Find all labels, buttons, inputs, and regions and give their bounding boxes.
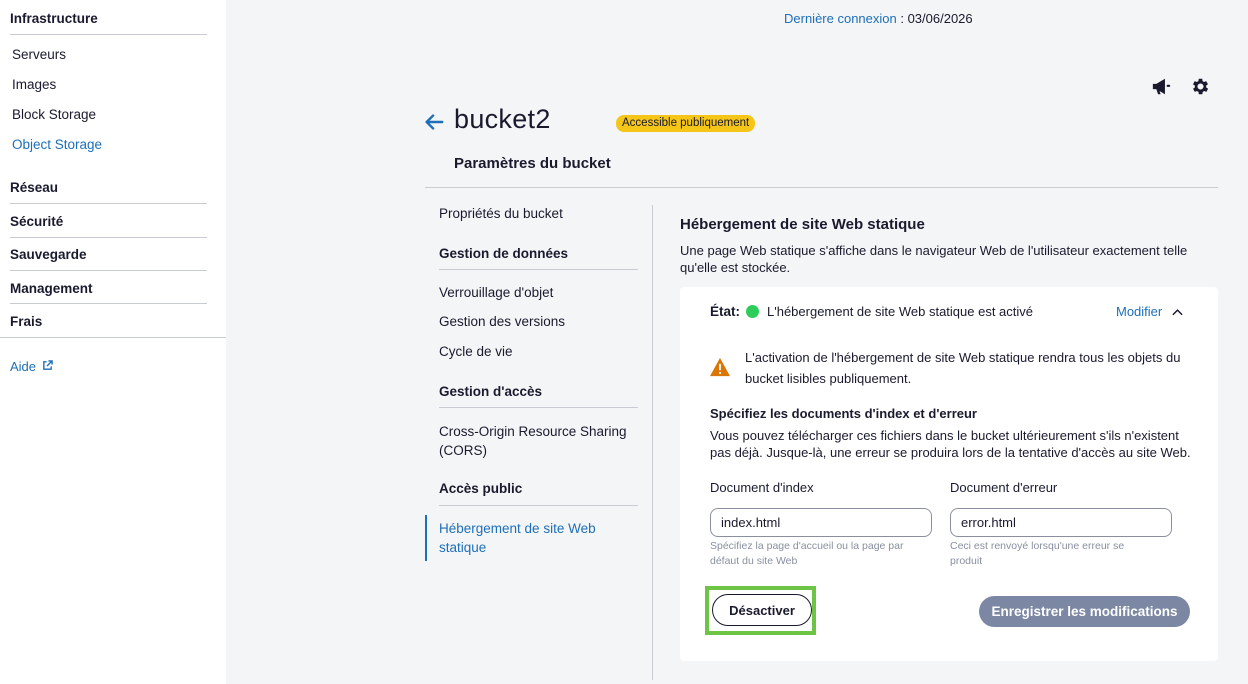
- warning-icon: [709, 357, 731, 377]
- page-subtitle: Paramètres du bucket: [454, 155, 611, 172]
- divider: [10, 237, 207, 238]
- nav-item-versioning[interactable]: Gestion des versions: [439, 314, 565, 329]
- divider: [10, 270, 207, 271]
- divider: [10, 203, 207, 204]
- sidebar: Infrastructure Serveurs Images Block Sto…: [0, 0, 226, 684]
- divider: [652, 205, 653, 680]
- sidebar-item-block-storage[interactable]: Block Storage: [12, 107, 96, 122]
- nav-group-public: Accès public: [439, 481, 523, 496]
- state-text: L'hébergement de site Web statique est a…: [767, 304, 1034, 319]
- nav-item-lifecycle[interactable]: Cycle de vie: [439, 344, 513, 359]
- chevron-up-icon: [1172, 304, 1183, 319]
- sidebar-section-management[interactable]: Management: [10, 281, 93, 296]
- index-field-hint: Spécifiez la page d'accueil ou la page p…: [710, 540, 904, 567]
- index-field-label: Document d'index: [710, 480, 814, 495]
- modify-toggle[interactable]: Modifier: [1116, 304, 1183, 319]
- last-login-separator: :: [896, 11, 908, 26]
- warning-text: L'activation de l'hébergement de site We…: [745, 350, 1181, 386]
- sidebar-item-serveurs[interactable]: Serveurs: [12, 47, 66, 62]
- deactivate-button[interactable]: Désactiver: [712, 594, 812, 626]
- help-label: Aide: [10, 359, 37, 374]
- last-login-value: 03/06/2026: [907, 11, 973, 26]
- divider: [10, 34, 207, 35]
- back-arrow-icon[interactable]: [423, 111, 447, 135]
- active-indicator: [425, 515, 427, 561]
- sidebar-section-sauvegarde[interactable]: Sauvegarde: [10, 247, 87, 262]
- nav-item-static-hosting[interactable]: Hébergement de site Web statique: [439, 519, 614, 557]
- save-button[interactable]: Enregistrer les modifications: [979, 596, 1190, 627]
- state-label: État:: [710, 304, 740, 319]
- sidebar-section-infrastructure[interactable]: Infrastructure: [10, 11, 98, 26]
- divider: [425, 187, 1218, 188]
- nav-item-object-lock[interactable]: Verrouillage d'objet: [439, 285, 553, 300]
- nav-group-data: Gestion de données: [439, 246, 569, 261]
- error-field-label: Document d'erreur: [950, 480, 1058, 495]
- divider: [439, 269, 638, 270]
- status-badge: Accessible publiquement: [616, 115, 756, 132]
- page-title: bucket2: [454, 104, 551, 134]
- highlight-box: Désactiver: [705, 586, 816, 635]
- divider: [0, 337, 226, 338]
- spec-title: Spécifiez les documents d'index et d'err…: [710, 406, 977, 421]
- megaphone-icon[interactable]: [1149, 74, 1173, 98]
- sidebar-section-reseau[interactable]: Réseau: [10, 180, 58, 195]
- nav-item-properties[interactable]: Propriétés du bucket: [439, 206, 563, 221]
- error-document-input[interactable]: [950, 508, 1172, 537]
- last-login-label: Dernière connexion: [784, 11, 897, 26]
- help-link[interactable]: Aide: [10, 359, 53, 374]
- external-link-icon: [42, 359, 53, 374]
- gear-icon[interactable]: [1188, 74, 1212, 98]
- sidebar-item-object-storage[interactable]: Object Storage: [12, 137, 102, 152]
- sidebar-item-images[interactable]: Images: [12, 77, 56, 92]
- divider: [439, 407, 638, 408]
- hosting-card: État: L'hébergement de site Web statique…: [680, 287, 1218, 661]
- sidebar-section-frais[interactable]: Frais: [10, 314, 42, 329]
- last-login: Dernière connexion : 03/06/2026: [784, 11, 973, 26]
- divider: [439, 505, 638, 506]
- status-dot-icon: [746, 305, 759, 318]
- spec-description: Vous pouvez télécharger ces fichiers dan…: [710, 428, 1191, 460]
- error-field-hint: Ceci est renvoyé lorsqu'une erreur se pr…: [950, 540, 1125, 567]
- divider: [10, 303, 207, 304]
- nav-group-access: Gestion d'accès: [439, 384, 543, 399]
- sidebar-section-securite[interactable]: Sécurité: [10, 214, 63, 229]
- nav-item-cors[interactable]: Cross-Origin Resource Sharing (CORS): [439, 423, 629, 460]
- index-document-input[interactable]: [710, 508, 932, 537]
- section-description: Une page Web statique s'affiche dans le …: [680, 243, 1188, 275]
- modify-label: Modifier: [1116, 304, 1163, 319]
- section-title: Hébergement de site Web statique: [680, 216, 925, 233]
